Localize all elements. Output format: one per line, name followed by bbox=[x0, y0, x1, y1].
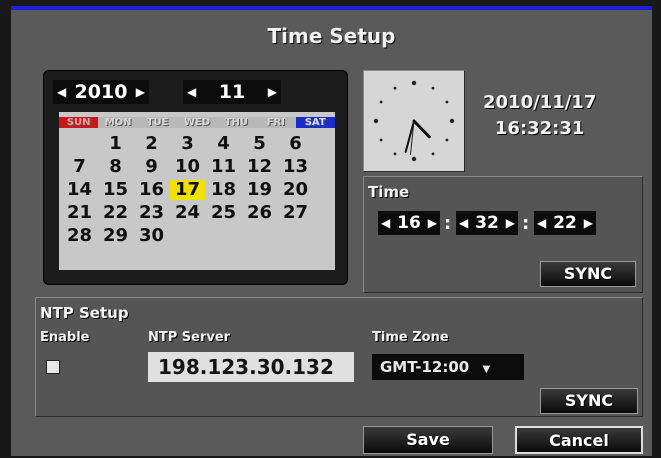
calendar-day[interactable]: 26 bbox=[242, 203, 277, 223]
window-title: Time Setup bbox=[267, 24, 396, 48]
clock-tick bbox=[445, 138, 449, 142]
weekday-label: TUE bbox=[137, 116, 178, 128]
calendar-day[interactable]: 27 bbox=[278, 203, 313, 223]
weekday-header: SUN MON TUE WED THU FRI SAT bbox=[59, 112, 335, 132]
enable-label: Enable bbox=[40, 330, 90, 345]
arrow-right-icon[interactable]: ▶ bbox=[584, 216, 593, 230]
time-sync-button[interactable]: SYNC bbox=[540, 261, 636, 287]
hour-value: 16 bbox=[397, 213, 421, 233]
screen: Time Setup ◀ 2010 ▶ ◀ 11 ▶ SUN MON TUE W… bbox=[0, 0, 661, 458]
chevron-down-icon: ▼ bbox=[482, 364, 491, 375]
second-spinner[interactable]: ◀ 22 ▶ bbox=[534, 211, 596, 235]
calendar-day[interactable]: 21 bbox=[62, 203, 97, 223]
hour-hand bbox=[412, 119, 431, 139]
minute-spinner[interactable]: ◀ 32 ▶ bbox=[456, 211, 518, 235]
clock-tick bbox=[379, 100, 383, 104]
calendar-day[interactable]: 18 bbox=[206, 180, 241, 200]
calendar-day[interactable]: 11 bbox=[206, 157, 241, 177]
arrow-left-icon[interactable]: ◀ bbox=[381, 216, 390, 230]
arrow-left-icon[interactable]: ◀ bbox=[57, 85, 66, 99]
calendar-day[interactable]: 25 bbox=[206, 203, 241, 223]
calendar-day[interactable]: 13 bbox=[278, 157, 313, 177]
time-text: 16:32:31 bbox=[494, 118, 585, 139]
arrow-right-icon[interactable]: ▶ bbox=[506, 216, 515, 230]
arrow-left-icon[interactable]: ◀ bbox=[187, 85, 196, 99]
weekday-label: SAT bbox=[295, 116, 335, 128]
ntp-panel: NTP Setup Enable NTP Server 198.123.30.1… bbox=[35, 297, 643, 417]
weekday-label: THU bbox=[216, 116, 257, 128]
calendar-day[interactable]: 8 bbox=[98, 157, 133, 177]
calendar-day[interactable]: 1 bbox=[98, 134, 133, 154]
year-value: 2010 bbox=[74, 81, 128, 103]
calendar-day[interactable]: 6 bbox=[278, 134, 313, 154]
enable-checkbox[interactable] bbox=[46, 360, 60, 374]
calendar-day[interactable]: 16 bbox=[134, 180, 169, 200]
cancel-button[interactable]: Cancel bbox=[515, 426, 643, 454]
month-value: 11 bbox=[218, 81, 246, 103]
calendar-day[interactable]: 30 bbox=[134, 226, 169, 246]
calendar-day[interactable]: 23 bbox=[134, 203, 169, 223]
clock-tick bbox=[393, 152, 397, 156]
month-spinner[interactable]: ◀ 11 ▶ bbox=[183, 80, 281, 104]
calendar-day[interactable]: 14 bbox=[62, 180, 97, 200]
timezone-label: Time Zone bbox=[372, 330, 449, 345]
clock-tick bbox=[411, 80, 417, 86]
arrow-right-icon[interactable]: ▶ bbox=[268, 85, 277, 99]
calendar-day[interactable]: 10 bbox=[170, 157, 205, 177]
clock-tick bbox=[445, 100, 449, 104]
weekday-label: MON bbox=[98, 116, 138, 128]
minute-value: 32 bbox=[475, 213, 499, 233]
arrow-left-icon[interactable]: ◀ bbox=[459, 216, 468, 230]
timezone-value: GMT-12:00 bbox=[380, 358, 470, 376]
day-grid: 1 2 3 4 5 6 7 8 9 10 11 12 13 14 15 16 17 18 19 20 21 22 23 24 2… bbox=[59, 132, 335, 270]
second-value: 22 bbox=[553, 213, 577, 233]
weekday-label: FRI bbox=[256, 116, 296, 128]
time-separator: : bbox=[522, 213, 530, 234]
time-setup-window: Time Setup ◀ 2010 ▶ ◀ 11 ▶ SUN MON TUE W… bbox=[11, 6, 652, 456]
calendar-day[interactable]: 7 bbox=[62, 157, 97, 177]
calendar-day[interactable]: 12 bbox=[242, 157, 277, 177]
hour-spinner[interactable]: ◀ 16 ▶ bbox=[378, 211, 440, 235]
save-button[interactable]: Save bbox=[363, 426, 493, 454]
analog-clock bbox=[363, 70, 465, 172]
clock-face-icon bbox=[373, 80, 455, 162]
timezone-select[interactable]: GMT-12:00 ▼ bbox=[372, 354, 524, 380]
weekday-label: WED bbox=[177, 116, 217, 128]
date-text: 2010/11/17 bbox=[483, 92, 597, 113]
datetime-display: 2010/11/17 16:32:31 bbox=[483, 90, 596, 142]
arrow-left-icon[interactable]: ◀ bbox=[537, 216, 546, 230]
arrow-right-icon[interactable]: ▶ bbox=[136, 85, 145, 99]
calendar-day[interactable]: 5 bbox=[242, 134, 277, 154]
arrow-right-icon[interactable]: ▶ bbox=[428, 216, 437, 230]
year-spinner[interactable]: ◀ 2010 ▶ bbox=[53, 80, 149, 104]
clock-tick bbox=[393, 86, 397, 90]
clock-tick bbox=[373, 118, 379, 124]
ntp-sync-button[interactable]: SYNC bbox=[540, 388, 638, 414]
calendar-day[interactable]: 2 bbox=[134, 134, 169, 154]
calendar-day[interactable]: 9 bbox=[134, 157, 169, 177]
clock-tick bbox=[431, 152, 435, 156]
weekday-label: SUN bbox=[59, 116, 99, 128]
calendar-day[interactable]: 15 bbox=[98, 180, 133, 200]
clock-tick bbox=[379, 138, 383, 142]
calendar-day[interactable]: 24 bbox=[170, 203, 205, 223]
time-label: Time bbox=[368, 183, 410, 201]
calendar-day[interactable]: 4 bbox=[206, 134, 241, 154]
calendar-day[interactable]: 20 bbox=[278, 180, 313, 200]
calendar-day[interactable]: 29 bbox=[98, 226, 133, 246]
clock-tick bbox=[411, 156, 417, 162]
calendar-panel: ◀ 2010 ▶ ◀ 11 ▶ SUN MON TUE WED THU FRI … bbox=[43, 70, 348, 285]
ntp-server-label: NTP Server bbox=[148, 330, 231, 345]
calendar-day[interactable]: 22 bbox=[98, 203, 133, 223]
time-panel: Time ◀ 16 ▶ : ◀ 32 ▶ : ◀ 22 ▶ SYNC bbox=[363, 176, 643, 293]
calendar-day[interactable]: 3 bbox=[170, 134, 205, 154]
clock-tick bbox=[431, 86, 435, 90]
time-separator: : bbox=[444, 213, 452, 234]
ntp-title: NTP Setup bbox=[40, 304, 129, 322]
clock-tick bbox=[449, 118, 455, 124]
calendar-day[interactable]: 19 bbox=[242, 180, 277, 200]
calendar-day[interactable]: 28 bbox=[62, 226, 97, 246]
ntp-server-input[interactable]: 198.123.30.132 bbox=[148, 352, 354, 382]
calendar-day[interactable]: 17 bbox=[170, 180, 205, 200]
